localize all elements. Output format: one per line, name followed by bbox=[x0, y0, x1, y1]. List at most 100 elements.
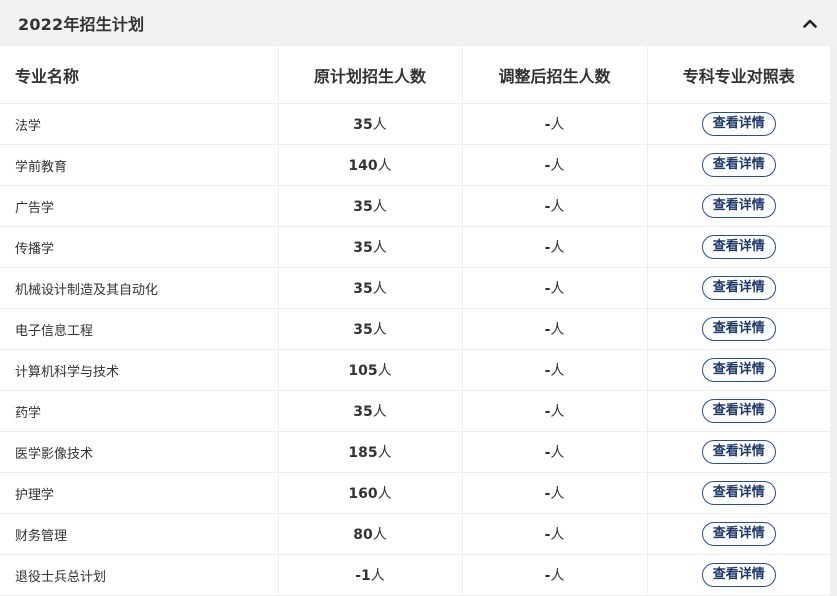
planned-count-value: 35 bbox=[353, 281, 373, 297]
mapping-cell: 查看详情 bbox=[647, 308, 830, 350]
table-row: 药学 35人 -人 查看详情 bbox=[0, 390, 830, 432]
view-details-button[interactable]: 查看详情 bbox=[701, 153, 776, 177]
mapping-cell: 查看详情 bbox=[647, 554, 830, 596]
table-row: 传播学 35人 -人 查看详情 bbox=[0, 226, 830, 268]
planned-count-value: 35 bbox=[353, 240, 373, 256]
enrollment-table: 专业名称 原计划招生人数 调整后招生人数 专科专业对照表 法学 35人 -人 查看详情… bbox=[0, 46, 830, 596]
major-name: 机械设计制造及其自动化 bbox=[0, 267, 279, 309]
planned-count: -1人 bbox=[278, 554, 463, 596]
planned-count-value: -1 bbox=[355, 568, 371, 584]
mapping-cell: 查看详情 bbox=[647, 390, 830, 432]
planned-count: 160人 bbox=[278, 472, 463, 514]
mapping-cell: 查看详情 bbox=[647, 513, 830, 555]
table-row: 广告学 35人 -人 查看详情 bbox=[0, 185, 830, 227]
adjusted-count-unit: 人 bbox=[550, 445, 565, 461]
adjusted-count: -人 bbox=[462, 226, 648, 268]
enrollment-plan-panel: 2022年招生计划 专业名称 原计划招生人数 调整后招生人数 专科专业对照表 法… bbox=[0, 0, 837, 596]
view-details-button[interactable]: 查看详情 bbox=[701, 358, 776, 382]
planned-count-value: 35 bbox=[353, 322, 373, 338]
mapping-cell: 查看详情 bbox=[647, 144, 830, 186]
table-row: 法学 35人 -人 查看详情 bbox=[0, 103, 830, 145]
planned-count: 35人 bbox=[278, 267, 463, 309]
planned-count: 140人 bbox=[278, 144, 463, 186]
major-name: 药学 bbox=[0, 390, 279, 432]
table-row: 退役士兵总计划 -1人 -人 查看详情 bbox=[0, 554, 830, 596]
planned-count: 105人 bbox=[278, 349, 463, 391]
table-row: 医学影像技术 185人 -人 查看详情 bbox=[0, 431, 830, 473]
adjusted-count: -人 bbox=[462, 472, 648, 514]
planned-count-unit: 人 bbox=[372, 240, 387, 256]
chevron-up-icon[interactable] bbox=[801, 14, 819, 32]
planned-count: 35人 bbox=[278, 185, 463, 227]
view-details-button[interactable]: 查看详情 bbox=[701, 522, 776, 546]
adjusted-count-unit: 人 bbox=[550, 158, 565, 174]
column-header-adjusted: 调整后招生人数 bbox=[462, 46, 648, 104]
major-name: 计算机科学与技术 bbox=[0, 349, 279, 391]
major-name: 护理学 bbox=[0, 472, 279, 514]
planned-count-value: 35 bbox=[353, 199, 373, 215]
column-header-planned: 原计划招生人数 bbox=[278, 46, 463, 104]
table-row: 电子信息工程 35人 -人 查看详情 bbox=[0, 308, 830, 350]
adjusted-count-unit: 人 bbox=[550, 486, 565, 502]
view-details-button[interactable]: 查看详情 bbox=[701, 481, 776, 505]
adjusted-count-unit: 人 bbox=[550, 322, 565, 338]
enrollment-table-container: 专业名称 原计划招生人数 调整后招生人数 专科专业对照表 法学 35人 -人 查看详情… bbox=[0, 46, 830, 596]
planned-count-unit: 人 bbox=[377, 445, 392, 461]
adjusted-count: -人 bbox=[462, 554, 648, 596]
planned-count-value: 105 bbox=[348, 363, 378, 379]
adjusted-count-unit: 人 bbox=[550, 240, 565, 256]
adjusted-count: -人 bbox=[462, 349, 648, 391]
planned-count: 80人 bbox=[278, 513, 463, 555]
planned-count-value: 185 bbox=[348, 445, 378, 461]
adjusted-count: -人 bbox=[462, 144, 648, 186]
planned-count: 35人 bbox=[278, 390, 463, 432]
planned-count-unit: 人 bbox=[372, 117, 387, 133]
major-name: 传播学 bbox=[0, 226, 279, 268]
adjusted-count: -人 bbox=[462, 431, 648, 473]
planned-count-unit: 人 bbox=[370, 568, 385, 584]
major-name: 学前教育 bbox=[0, 144, 279, 186]
planned-count-value: 80 bbox=[353, 527, 373, 543]
adjusted-count-unit: 人 bbox=[550, 281, 565, 297]
table-row: 护理学 160人 -人 查看详情 bbox=[0, 472, 830, 514]
adjusted-count: -人 bbox=[462, 267, 648, 309]
mapping-cell: 查看详情 bbox=[647, 267, 830, 309]
planned-count: 185人 bbox=[278, 431, 463, 473]
view-details-button[interactable]: 查看详情 bbox=[701, 235, 776, 259]
major-name: 医学影像技术 bbox=[0, 431, 279, 473]
planned-count: 35人 bbox=[278, 226, 463, 268]
adjusted-count: -人 bbox=[462, 103, 648, 145]
planned-count-value: 160 bbox=[348, 486, 378, 502]
view-details-button[interactable]: 查看详情 bbox=[701, 112, 776, 136]
table-row: 学前教育 140人 -人 查看详情 bbox=[0, 144, 830, 186]
planned-count-value: 35 bbox=[353, 404, 373, 420]
table-row: 机械设计制造及其自动化 35人 -人 查看详情 bbox=[0, 267, 830, 309]
adjusted-count-unit: 人 bbox=[550, 404, 565, 420]
major-name: 广告学 bbox=[0, 185, 279, 227]
mapping-cell: 查看详情 bbox=[647, 472, 830, 514]
view-details-button[interactable]: 查看详情 bbox=[701, 440, 776, 464]
view-details-button[interactable]: 查看详情 bbox=[701, 276, 776, 300]
major-name: 财务管理 bbox=[0, 513, 279, 555]
view-details-button[interactable]: 查看详情 bbox=[701, 563, 776, 587]
adjusted-count-unit: 人 bbox=[550, 363, 565, 379]
panel-header[interactable]: 2022年招生计划 bbox=[0, 0, 837, 46]
major-name: 退役士兵总计划 bbox=[0, 554, 279, 596]
panel-title: 2022年招生计划 bbox=[18, 15, 145, 34]
view-details-button[interactable]: 查看详情 bbox=[701, 317, 776, 341]
mapping-cell: 查看详情 bbox=[647, 431, 830, 473]
mapping-cell: 查看详情 bbox=[647, 349, 830, 391]
adjusted-count-unit: 人 bbox=[550, 527, 565, 543]
mapping-cell: 查看详情 bbox=[647, 103, 830, 145]
adjusted-count: -人 bbox=[462, 185, 648, 227]
column-header-mapping: 专科专业对照表 bbox=[647, 46, 830, 104]
adjusted-count: -人 bbox=[462, 390, 648, 432]
adjusted-count-unit: 人 bbox=[550, 199, 565, 215]
table-header-row: 专业名称 原计划招生人数 调整后招生人数 专科专业对照表 bbox=[0, 46, 830, 104]
planned-count-unit: 人 bbox=[372, 281, 387, 297]
view-details-button[interactable]: 查看详情 bbox=[701, 194, 776, 218]
adjusted-count-unit: 人 bbox=[550, 568, 565, 584]
view-details-button[interactable]: 查看详情 bbox=[701, 399, 776, 423]
planned-count-unit: 人 bbox=[377, 158, 392, 174]
planned-count-unit: 人 bbox=[372, 199, 387, 215]
